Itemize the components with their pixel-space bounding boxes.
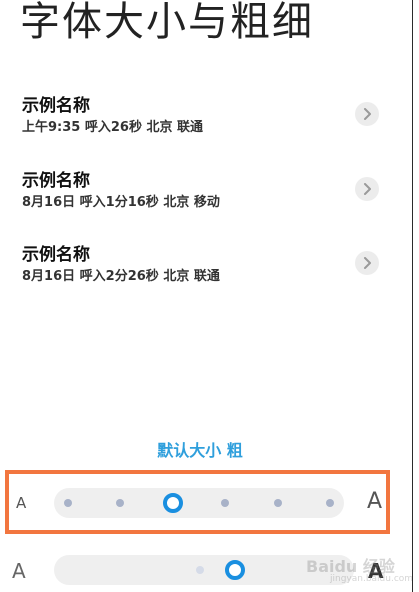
details-button[interactable] [355, 102, 379, 126]
frame-edge [412, 0, 413, 592]
font-settings-screen: 字体大小与粗细 示例名称 上午9:35 呼入26秒 北京 联通 示例名称 8月1… [0, 0, 419, 592]
slider-thumb[interactable] [163, 493, 183, 513]
font-size-slider[interactable] [54, 488, 344, 518]
call-details: 8月16日 呼入2分26秒 北京 联通 [22, 269, 220, 284]
details-button[interactable] [355, 251, 379, 275]
size-large-glyph: A [367, 489, 383, 514]
call-list-item[interactable]: 示例名称 8月16日 呼入2分26秒 北京 联通 [0, 244, 400, 304]
contact-name: 示例名称 [22, 171, 90, 191]
weight-step[interactable] [196, 566, 204, 574]
watermark-url: jingyan.baidu.com [330, 574, 414, 584]
weight-slider-thumb[interactable] [225, 560, 245, 580]
font-setting-label: 默认大小 粗 [157, 441, 243, 460]
size-small-glyph: A [16, 494, 27, 512]
call-list-item[interactable]: 示例名称 8月16日 呼入1分16秒 北京 移动 [0, 170, 400, 230]
chevron-right-icon [364, 257, 371, 269]
chevron-right-icon [364, 183, 371, 195]
baidu-watermark: Baidu 经验 jingyan.baidu.com [300, 548, 415, 588]
page-title: 字体大小与粗细 [20, 0, 314, 45]
contact-name: 示例名称 [22, 96, 90, 116]
chevron-right-icon [364, 108, 371, 120]
call-details: 上午9:35 呼入26秒 北京 联通 [22, 120, 204, 135]
call-list-item[interactable]: 示例名称 上午9:35 呼入26秒 北京 联通 [0, 95, 400, 155]
size-step[interactable] [274, 499, 282, 507]
call-details: 8月16日 呼入1分16秒 北京 移动 [22, 195, 220, 210]
size-step[interactable] [64, 499, 72, 507]
size-step[interactable] [116, 499, 124, 507]
weight-light-glyph: A [12, 559, 26, 583]
size-step[interactable] [326, 499, 334, 507]
details-button[interactable] [355, 177, 379, 201]
size-step[interactable] [221, 499, 229, 507]
contact-name: 示例名称 [22, 245, 90, 265]
